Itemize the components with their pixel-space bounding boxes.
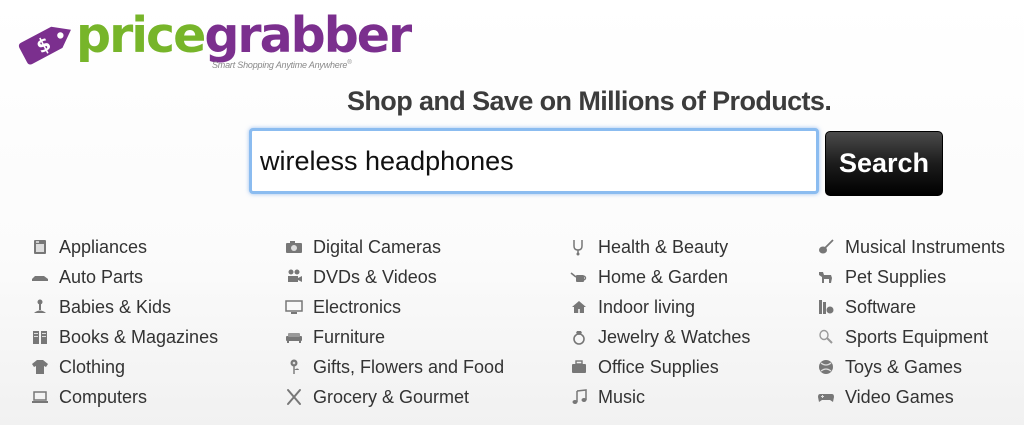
- music-note-icon: [569, 387, 589, 407]
- software-icon: [816, 297, 836, 317]
- page-headline: Shop and Save on Millions of Products.: [347, 86, 832, 116]
- film-camera-icon: [284, 267, 304, 287]
- book-icon: [30, 327, 50, 347]
- utensils-icon: [284, 387, 304, 407]
- category-label: Auto Parts: [59, 267, 144, 287]
- flower-icon: [284, 357, 304, 377]
- house-icon: [569, 297, 589, 317]
- category-electronics[interactable]: Electronics: [284, 292, 504, 322]
- category-label: Software: [845, 297, 917, 317]
- category-grocery-gourmet[interactable]: Grocery & Gourmet: [284, 382, 504, 412]
- price-tag-icon: $: [18, 26, 71, 65]
- category-label: Electronics: [313, 297, 402, 317]
- category-auto-parts[interactable]: Auto Parts: [30, 262, 218, 292]
- category-label: DVDs & Videos: [313, 267, 437, 287]
- category-pet-supplies[interactable]: Pet Supplies: [816, 262, 1005, 292]
- briefcase-icon: [569, 357, 589, 377]
- category-indoor-living[interactable]: Indoor living: [569, 292, 750, 322]
- category-music[interactable]: Music: [569, 382, 750, 412]
- laptop-icon: [30, 387, 50, 407]
- category-label: Jewelry & Watches: [598, 327, 751, 347]
- watering-can-icon: [569, 267, 589, 287]
- search-button[interactable]: Search: [825, 131, 943, 196]
- ball-icon: [816, 357, 836, 377]
- pricegrabber-logo[interactable]: $ pricegrabber Smart Shopping Anytime An…: [16, 7, 412, 72]
- logo-wordmark: pricegrabber: [76, 6, 412, 66]
- category-label: Clothing: [59, 357, 126, 377]
- category-toys-games[interactable]: Toys & Games: [816, 352, 1005, 382]
- gamepad-icon: [816, 387, 836, 407]
- category-clothing[interactable]: Clothing: [30, 352, 218, 382]
- category-label: Gifts, Flowers and Food: [313, 357, 505, 377]
- tennis-racket-icon: [816, 327, 836, 347]
- category-label: Books & Magazines: [59, 327, 219, 347]
- category-label: Pet Supplies: [845, 267, 947, 287]
- category-label: Health & Beauty: [598, 237, 729, 257]
- category-label: Home & Garden: [598, 267, 729, 287]
- category-label: Video Games: [845, 387, 954, 407]
- category-label: Sports Equipment: [845, 327, 989, 347]
- ring-icon: [569, 327, 589, 347]
- category-gifts-flowers-food[interactable]: Gifts, Flowers and Food: [284, 352, 504, 382]
- category-column-3: Health & Beauty Home & Garden Indoor liv…: [569, 232, 750, 412]
- category-label: Indoor living: [598, 297, 696, 317]
- category-label: Digital Cameras: [313, 237, 442, 257]
- category-list: Appliances Auto Parts Babies & Kids Book…: [0, 232, 1024, 422]
- category-label: Babies & Kids: [59, 297, 172, 317]
- category-musical-instruments[interactable]: Musical Instruments: [816, 232, 1005, 262]
- category-books-magazines[interactable]: Books & Magazines: [30, 322, 218, 352]
- category-digital-cameras[interactable]: Digital Cameras: [284, 232, 504, 262]
- stethoscope-icon: [569, 237, 589, 257]
- monitor-icon: [284, 297, 304, 317]
- category-column-4: Musical Instruments Pet Supplies Softwar…: [816, 232, 1005, 412]
- category-label: Appliances: [59, 237, 148, 257]
- category-label: Grocery & Gourmet: [313, 387, 470, 407]
- category-software[interactable]: Software: [816, 292, 1005, 322]
- category-label: Music: [598, 387, 646, 407]
- camera-icon: [284, 237, 304, 257]
- category-label: Computers: [59, 387, 148, 407]
- category-label: Furniture: [313, 327, 386, 347]
- category-office-supplies[interactable]: Office Supplies: [569, 352, 750, 382]
- category-computers[interactable]: Computers: [30, 382, 218, 412]
- category-label: Musical Instruments: [845, 237, 1006, 257]
- category-label: Toys & Games: [845, 357, 963, 377]
- search-input[interactable]: [249, 128, 819, 194]
- logo-word-grabber: grabber: [204, 7, 412, 64]
- category-furniture[interactable]: Furniture: [284, 322, 504, 352]
- category-column-1: Appliances Auto Parts Babies & Kids Book…: [30, 232, 218, 412]
- guitar-icon: [816, 237, 836, 257]
- page: $ pricegrabber Smart Shopping Anytime An…: [0, 0, 1024, 425]
- category-home-garden[interactable]: Home & Garden: [569, 262, 750, 292]
- category-video-games[interactable]: Video Games: [816, 382, 1005, 412]
- car-icon: [30, 267, 50, 287]
- category-dvds-videos[interactable]: DVDs & Videos: [284, 262, 504, 292]
- baby-icon: [30, 297, 50, 317]
- category-babies-kids[interactable]: Babies & Kids: [30, 292, 218, 322]
- dog-icon: [816, 267, 836, 287]
- category-column-2: Digital Cameras DVDs & Videos Electronic…: [284, 232, 504, 412]
- sofa-icon: [284, 327, 304, 347]
- category-label: Office Supplies: [598, 357, 719, 377]
- category-sports-equipment[interactable]: Sports Equipment: [816, 322, 1005, 352]
- category-appliances[interactable]: Appliances: [30, 232, 218, 262]
- category-jewelry-watches[interactable]: Jewelry & Watches: [569, 322, 750, 352]
- logo-word-price: price: [76, 7, 206, 64]
- logo-tagline: Smart Shopping Anytime Anywhere®: [212, 60, 352, 70]
- category-health-beauty[interactable]: Health & Beauty: [569, 232, 750, 262]
- appliance-icon: [30, 237, 50, 257]
- shirt-icon: [30, 357, 50, 377]
